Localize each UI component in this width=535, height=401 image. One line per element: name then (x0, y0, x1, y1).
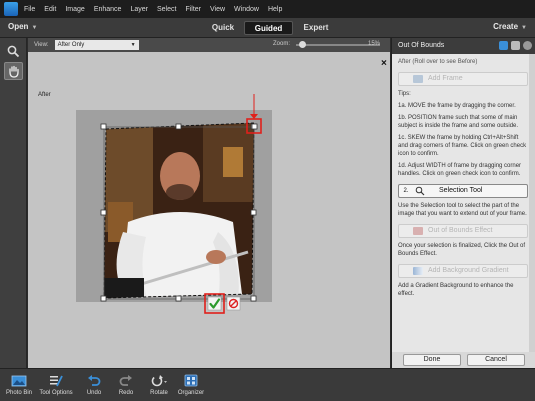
zoom-slider-handle[interactable] (299, 41, 306, 48)
zoom-tool-button[interactable] (4, 42, 23, 60)
menu-bar: File Edit Image Enhance Layer Select Fil… (0, 0, 535, 18)
panel-title: Out Of Bounds (398, 42, 445, 49)
undo-button[interactable]: Undo (82, 373, 106, 396)
image-canvas[interactable]: × After (28, 52, 390, 368)
panel-content: After (Roll over to see Before) Add Fram… (398, 58, 528, 298)
zoom-value: 15% (368, 41, 381, 47)
after-note: After (Roll over to see Before) (398, 59, 478, 65)
tips-heading: Tips: (398, 91, 411, 97)
out-of-bounds-label: Out of Bounds Effect (428, 227, 493, 234)
quick-selection-icon (415, 186, 425, 196)
hand-tool-button[interactable] (4, 62, 23, 80)
organizer-button[interactable]: Organizer (174, 373, 208, 396)
chevron-down-icon: ▼ (521, 25, 527, 31)
menu-help[interactable]: Help (268, 6, 282, 13)
step3-description: Once your selection is finalized, Click … (398, 243, 526, 257)
selection-tool-button[interactable]: 2. Selection Tool (398, 184, 528, 198)
tip-1d: 1d. Adjust WIDTH of frame by dragging co… (398, 163, 522, 177)
step4-description: Add a Gradient Background to enhance the… (398, 283, 514, 297)
tool-options-button[interactable]: Tool Options (37, 373, 75, 396)
menu-view[interactable]: View (210, 6, 225, 13)
menu-enhance[interactable]: Enhance (94, 6, 122, 13)
photo-bin-icon (11, 375, 27, 387)
gradient-icon (413, 267, 423, 275)
rotate-button[interactable]: Rotate (146, 373, 172, 396)
organizer-icon (184, 374, 198, 387)
bottom-toolbar: Photo Bin Tool Options Undo Redo Rotate … (0, 368, 535, 401)
undo-label: Undo (86, 390, 102, 396)
frame-icon (413, 75, 423, 83)
left-toolbar (0, 38, 27, 368)
tip-1c: 1c. SKEW the frame by holding Ctrl+Alt+S… (398, 135, 527, 157)
step-number: 2. (403, 188, 409, 194)
hand-icon (8, 65, 19, 78)
rotate-icon (151, 375, 167, 387)
photoshop-elements-window: File Edit Image Enhance Layer Select Fil… (0, 0, 535, 401)
chevron-down-icon: ▼ (130, 42, 136, 48)
redo-button[interactable]: Redo (114, 373, 138, 396)
step2-description: Use the Selection tool to select the par… (398, 203, 527, 217)
tab-quick[interactable]: Quick (208, 21, 238, 35)
menu-window[interactable]: Window (234, 6, 259, 13)
tip-1a: 1a. MOVE the frame by dragging the corne… (398, 103, 516, 109)
cancel-transform-icon[interactable] (226, 296, 241, 311)
redo-icon (119, 375, 132, 386)
done-button[interactable]: Done (403, 354, 461, 366)
zoom-icon (7, 45, 20, 57)
undo-icon (88, 375, 101, 386)
out-of-bounds-effect-button[interactable]: Out of Bounds Effect (398, 224, 528, 238)
open-button[interactable]: Open ▼ (8, 22, 37, 31)
tool-options-label: Tool Options (39, 390, 73, 396)
view-label: View: (34, 42, 49, 48)
panel-footer: Done Cancel (392, 352, 535, 368)
out-of-bounds-icon (413, 227, 423, 235)
tool-options-icon (50, 375, 63, 387)
panel-scrollbar[interactable] (529, 54, 535, 352)
menu-file[interactable]: File (24, 6, 35, 13)
view-dropdown-value: After Only (57, 42, 85, 48)
tip-1b: 1b. POSITION frame such that some of mai… (398, 115, 519, 129)
menu-layer[interactable]: Layer (130, 6, 148, 13)
mode-bar: Open ▼ Quick Guided Expert Create ▼ (0, 18, 535, 38)
photo-subject (104, 123, 254, 298)
create-button[interactable]: Create ▼ (493, 22, 527, 31)
selection-tool-label: Selection Tool (439, 187, 483, 194)
photo-bin-button[interactable]: Photo Bin (6, 373, 32, 396)
add-background-gradient-button[interactable]: Add Background Gradient (398, 264, 528, 278)
menu-edit[interactable]: Edit (44, 6, 56, 13)
organizer-label: Organizer (177, 390, 205, 396)
add-frame-button[interactable]: Add Frame (398, 72, 528, 86)
redo-label: Redo (118, 390, 134, 396)
rotate-label: Rotate (150, 390, 168, 396)
menu-image[interactable]: Image (65, 6, 84, 13)
add-gradient-label: Add Background Gradient (428, 267, 509, 274)
frame-overlay (100, 94, 262, 314)
options-bar: View: After Only ▼ Zoom: 15% (28, 38, 390, 52)
help-icon[interactable] (523, 41, 532, 50)
commit-check-icon[interactable] (207, 296, 222, 311)
app-logo-icon (4, 2, 18, 16)
cancel-button[interactable]: Cancel (467, 354, 525, 366)
create-label: Create (493, 22, 519, 31)
menu-select[interactable]: Select (157, 6, 176, 13)
play-icon[interactable] (499, 41, 508, 50)
chevron-down-icon: ▼ (31, 25, 38, 31)
tab-guided[interactable]: Guided (244, 21, 293, 35)
view-dropdown[interactable]: After Only ▼ (54, 40, 139, 50)
photo-bin-label: Photo Bin (6, 390, 33, 396)
guided-panel: Out Of Bounds After (Roll over to see Be… (391, 38, 535, 368)
reset-icon[interactable] (511, 41, 520, 50)
panel-header: Out Of Bounds (392, 38, 535, 54)
menu-filter[interactable]: Filter (185, 6, 201, 13)
tab-expert[interactable]: Expert (300, 21, 332, 35)
add-frame-label: Add Frame (428, 75, 463, 82)
open-label: Open (8, 22, 29, 31)
zoom-label: Zoom: (273, 41, 291, 47)
